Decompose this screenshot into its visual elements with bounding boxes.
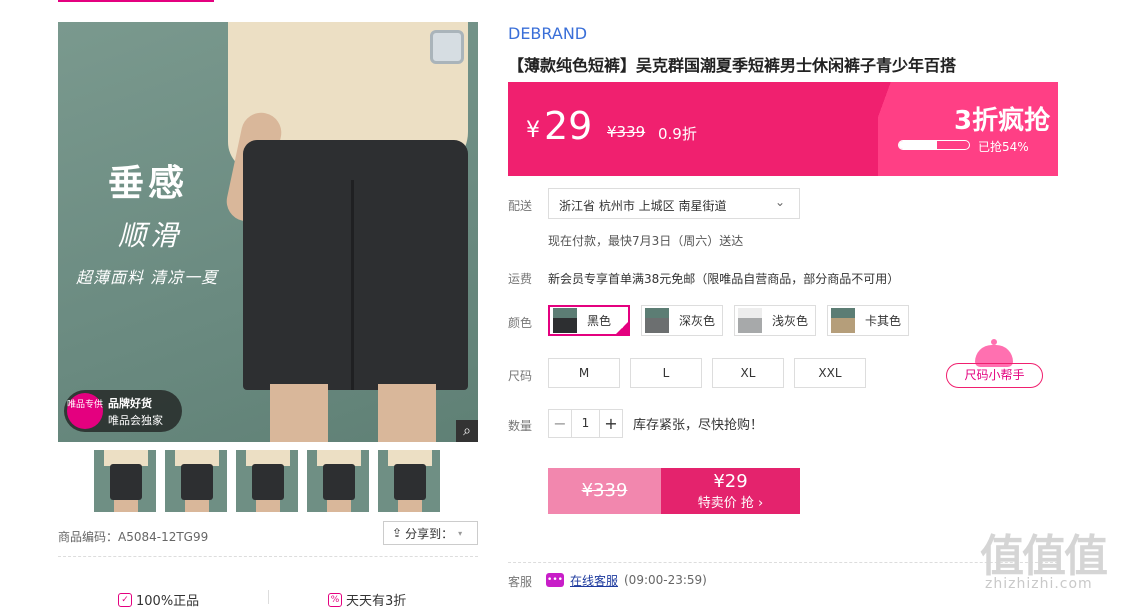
image-slogan-sub: 顺滑 <box>118 219 183 252</box>
promise-authentic: ✓ 100%正品 <box>118 590 199 609</box>
badge-line1: 品牌好货 <box>108 397 152 410</box>
quantity-value[interactable]: 1 <box>571 410 600 437</box>
color-option-black[interactable]: 黑色 <box>548 305 630 336</box>
image-slogan-main: 垂感 <box>108 162 189 204</box>
buy-price: ¥29 <box>713 471 748 492</box>
quantity-label: 数量 <box>508 419 533 433</box>
quantity-stepper: − 1 + <box>548 409 623 438</box>
divider <box>268 590 269 604</box>
promise-discount: % 天天有3折 <box>328 590 406 609</box>
thumbnail[interactable] <box>165 450 227 512</box>
size-option[interactable]: M <box>548 358 620 388</box>
delivery-eta: 现在付款，最快7月3日（周六）送达 <box>548 234 744 248</box>
chevron-down-icon: ▾ <box>458 528 463 538</box>
shield-check-icon: ✓ <box>118 592 132 607</box>
buy-now[interactable]: ¥29 特卖价 抢 › <box>661 468 800 514</box>
model-leg <box>378 384 436 442</box>
color-option-dark-gray[interactable]: 深灰色 <box>641 305 723 336</box>
minus-button[interactable]: − <box>549 410 571 437</box>
sold-progress-fill <box>899 141 937 149</box>
size-label: 尺码 <box>508 369 533 383</box>
service-label: 客服 <box>508 575 533 589</box>
discount-rate: 0.9折 <box>658 125 697 143</box>
size-helper-button[interactable]: 尺码小帮手 <box>946 363 1043 388</box>
buy-button[interactable]: ¥339 ¥29 特卖价 抢 › <box>548 468 800 514</box>
sold-percent: 已抢54% <box>978 140 1029 154</box>
color-name: 浅灰色 <box>772 314 809 328</box>
chevron-down-icon: ⌄ <box>774 195 785 209</box>
plus-button[interactable]: + <box>600 410 622 437</box>
color-name: 深灰色 <box>679 314 716 328</box>
shorts-graphic <box>243 140 468 390</box>
color-option-khaki[interactable]: 卡其色 <box>827 305 909 336</box>
online-service-link[interactable]: 在线客服 <box>570 572 618 589</box>
brand-link[interactable]: DEBRAND <box>508 24 587 43</box>
model-leg <box>270 384 328 442</box>
percent-icon: % <box>328 592 342 607</box>
size-option[interactable]: XL <box>712 358 784 388</box>
color-label: 颜色 <box>508 316 533 330</box>
sold-progress-bar <box>898 140 970 150</box>
product-code: 商品编码：A5084-12TG99 <box>58 530 209 544</box>
price-banner: ¥ 29 ¥339 0.9折 3折疯抢 已抢54% <box>508 82 1058 176</box>
brand-badge: 唯品专供 品牌好货 唯品会独家 <box>64 390 182 432</box>
color-swatch <box>645 308 669 333</box>
watermark-logo: 值值值 <box>980 531 1108 582</box>
currency-symbol: ¥ <box>526 118 540 143</box>
thumbnail-strip <box>94 450 440 512</box>
color-name: 黑色 <box>587 314 612 328</box>
product-title: 【薄款纯色短裤】吴克群国潮夏季短裤男士休闲裤子青少年百搭 <box>508 56 957 75</box>
promise-label: 天天有3折 <box>346 594 407 609</box>
thumbnail[interactable] <box>378 450 440 512</box>
image-slogan-tag: 超薄面料 清凉一夏 <box>76 268 219 287</box>
top-accent-bar <box>58 0 214 2</box>
share-label: 分享到： <box>405 526 454 541</box>
divider <box>508 562 1058 563</box>
thumbnail[interactable] <box>307 450 369 512</box>
shipping-label: 运费 <box>508 272 533 286</box>
color-options: 黑色 深灰色 浅灰色 卡其色 <box>548 305 909 336</box>
share-icon: ⇪ <box>392 526 403 540</box>
buy-original-price: ¥339 <box>548 468 661 514</box>
size-option[interactable]: XXL <box>794 358 866 388</box>
color-swatch <box>831 308 855 333</box>
flash-sale-label: 3折疯抢 <box>954 106 1051 136</box>
shipping-info: 新会员专享首单满38元免邮（限唯品自营商品，部分商品不可用） <box>548 272 900 286</box>
address-select[interactable]: 浙江省 杭州市 上城区 南星街道 ⌄ <box>548 188 800 219</box>
watch-graphic <box>430 30 464 64</box>
address-value: 浙江省 杭州市 上城区 南星街道 <box>559 199 727 213</box>
watermark: 值值值 zhizhizhi.com <box>980 520 1120 600</box>
original-price: ¥339 <box>607 123 646 141</box>
color-name: 卡其色 <box>865 314 902 328</box>
badge-line2: 唯品会独家 <box>108 414 163 427</box>
watermark-url: zhizhizhi.com <box>985 576 1093 592</box>
promise-label: 100%正品 <box>136 594 200 609</box>
size-option[interactable]: L <box>630 358 702 388</box>
search-icon[interactable]: ⌕ <box>456 420 478 442</box>
chat-icon[interactable]: ••• <box>546 573 564 587</box>
delivery-label: 配送 <box>508 199 533 213</box>
share-button[interactable]: ⇪ 分享到： ▾ <box>383 521 478 545</box>
divider <box>58 556 478 557</box>
color-swatch <box>738 308 762 333</box>
size-options: M L XL XXL <box>548 358 866 388</box>
thumbnail[interactable] <box>236 450 298 512</box>
stock-note: 库存紧张，尽快抢购！ <box>633 418 764 433</box>
buy-cta: 特卖价 抢 › <box>697 496 764 511</box>
thumbnail[interactable] <box>94 450 156 512</box>
service-hours: (09:00-23:59) <box>624 573 707 587</box>
product-main-image[interactable]: 垂感 顺滑 超薄面料 清凉一夏 唯品专供 品牌好货 唯品会独家 ⌕ <box>58 22 478 442</box>
color-option-light-gray[interactable]: 浅灰色 <box>734 305 816 336</box>
current-price: 29 <box>544 104 593 148</box>
badge-logo: 唯品专供 <box>67 393 103 429</box>
check-icon <box>615 321 629 335</box>
color-swatch <box>553 308 577 333</box>
